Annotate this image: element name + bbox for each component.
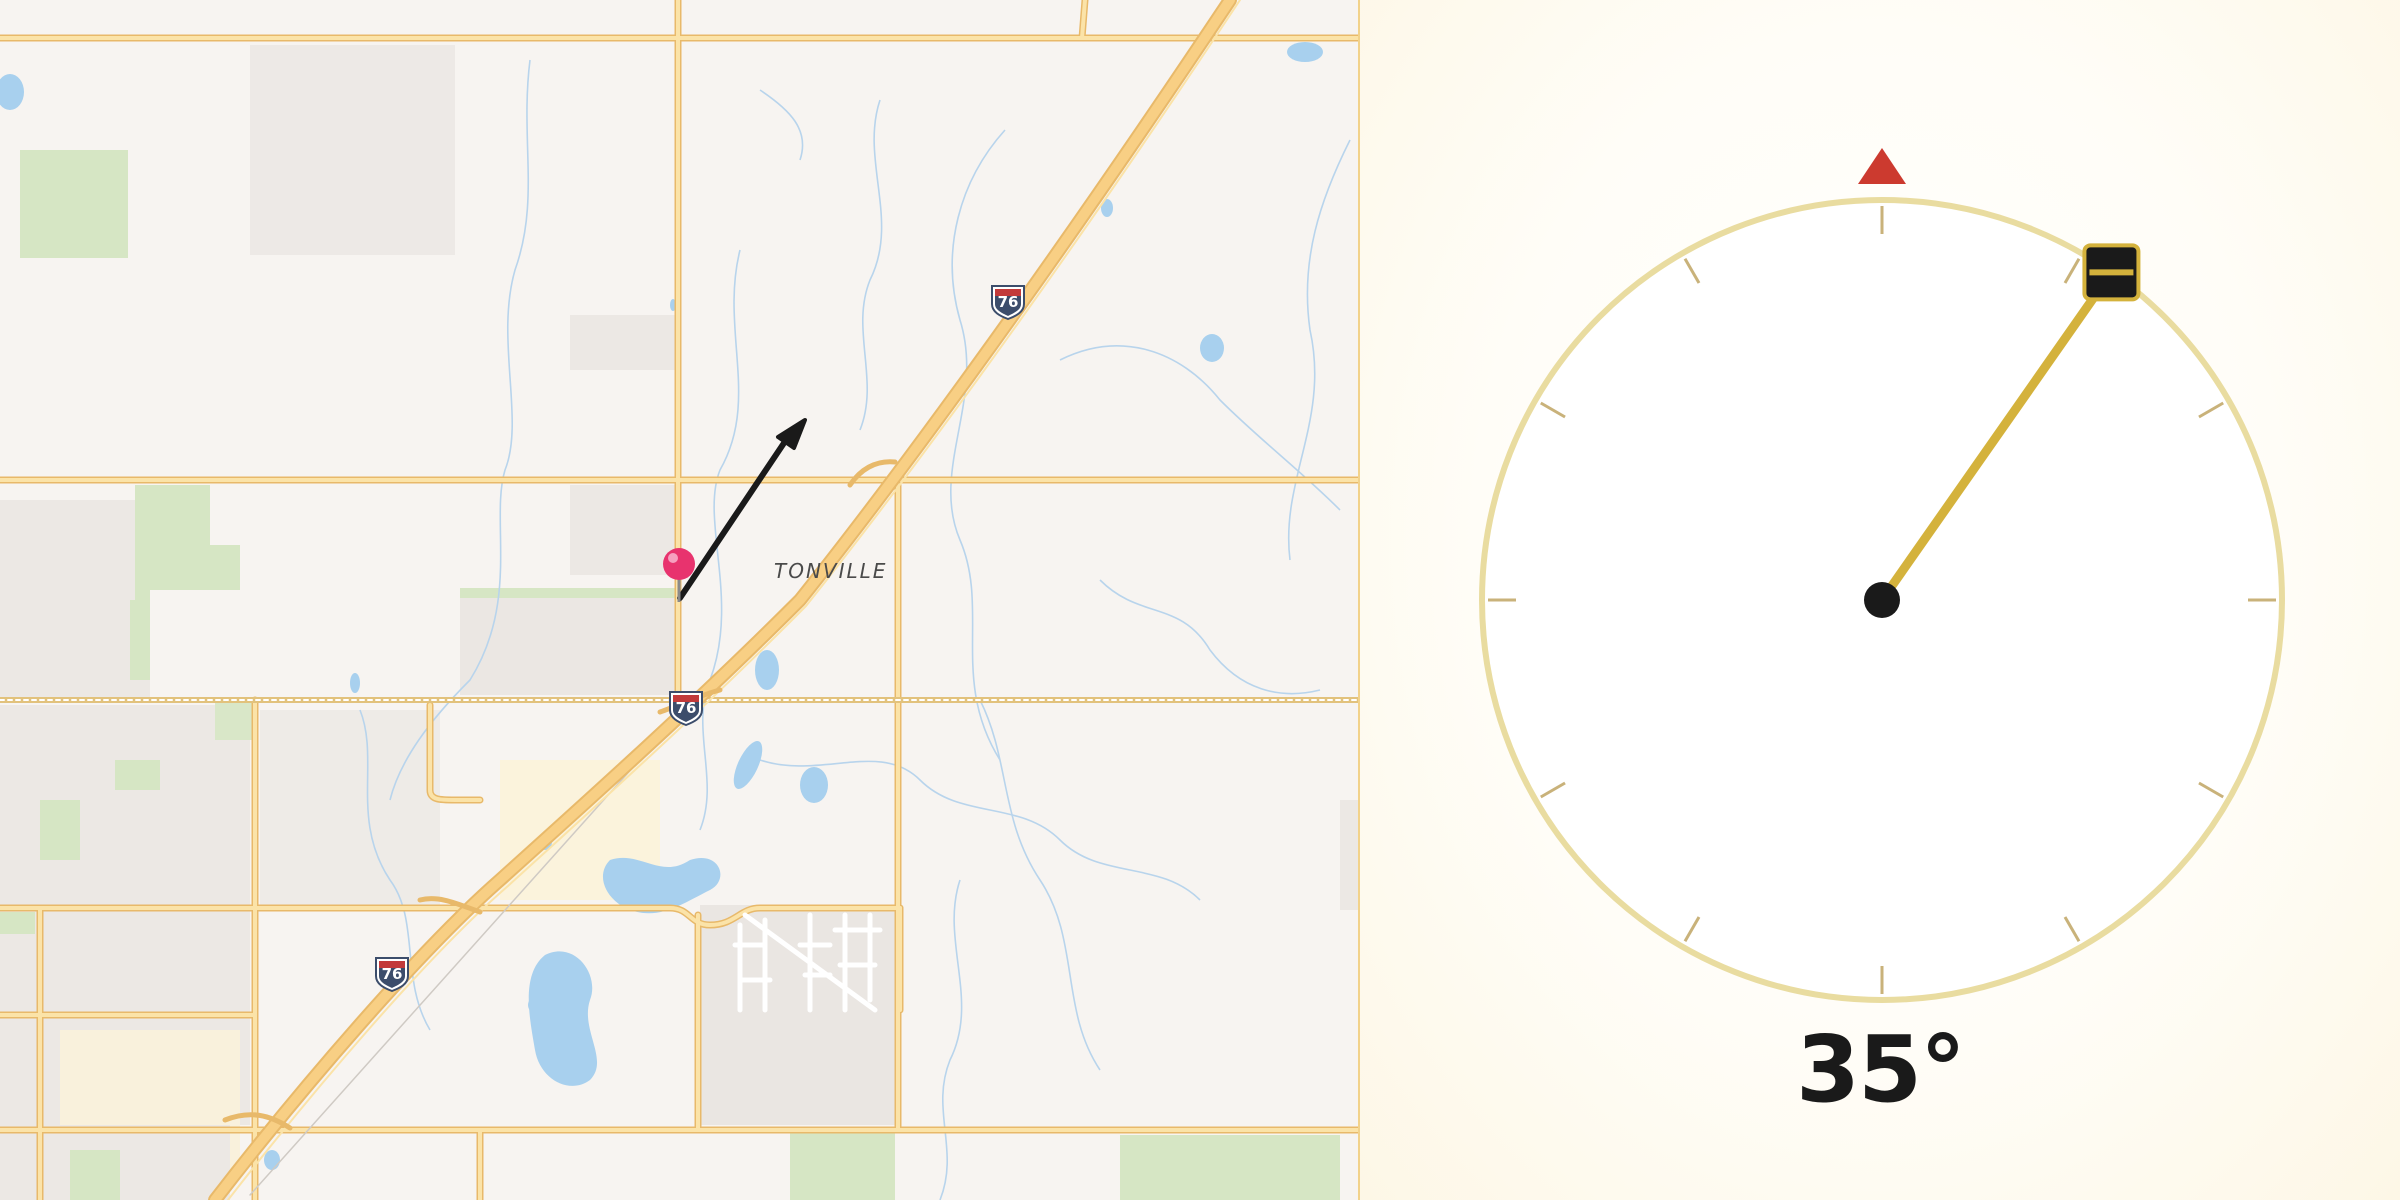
compass-panel: 35° [1360, 0, 2400, 1200]
park-area [70, 1150, 120, 1200]
urban-area [570, 315, 680, 370]
stream [939, 879, 963, 1200]
north-marker-icon [1858, 148, 1906, 184]
urban-area [460, 590, 675, 695]
park-area [130, 485, 240, 680]
park-area [0, 912, 35, 934]
lake [733, 741, 763, 789]
stream [1287, 139, 1351, 561]
shield-number: 76 [676, 699, 697, 717]
heading-readout: 35° [1795, 1016, 1966, 1123]
urban-area [1340, 800, 1358, 910]
lake [755, 650, 779, 690]
lake [350, 673, 360, 693]
lake [528, 995, 552, 1015]
urban-area [250, 45, 455, 255]
needle-hub [1864, 582, 1900, 618]
stream [759, 89, 804, 161]
shield-number: 76 [998, 293, 1019, 311]
lake [1200, 334, 1224, 362]
map-panel[interactable]: 76 76 76 TONVILLE [0, 0, 1360, 1200]
urban-area [260, 710, 440, 910]
lake [800, 767, 828, 803]
urban-area [570, 485, 675, 575]
lake [264, 1150, 280, 1170]
stream [1059, 345, 1341, 511]
interstate-shield-icon: 76 [669, 691, 703, 727]
park-area [215, 700, 255, 740]
heading-drag-handle[interactable] [2082, 243, 2141, 302]
stream [1099, 579, 1321, 695]
interstate-shield-icon: 76 [991, 285, 1025, 321]
lake [1287, 42, 1323, 62]
lake [528, 951, 598, 1086]
map-canvas[interactable]: 76 76 76 TONVILLE [0, 0, 1360, 1200]
stream [950, 129, 1006, 761]
stream [859, 99, 883, 431]
interstate-shield-icon: 76 [375, 957, 409, 993]
park-area [1120, 1135, 1340, 1200]
park-area [460, 588, 680, 598]
place-label: TONVILLE [774, 559, 887, 583]
park-area [115, 760, 160, 790]
park-area [790, 1130, 895, 1200]
park-area [20, 150, 128, 258]
park-area [40, 800, 80, 860]
lake [0, 74, 24, 110]
shield-number: 76 [382, 965, 403, 983]
urban-area [0, 500, 150, 700]
